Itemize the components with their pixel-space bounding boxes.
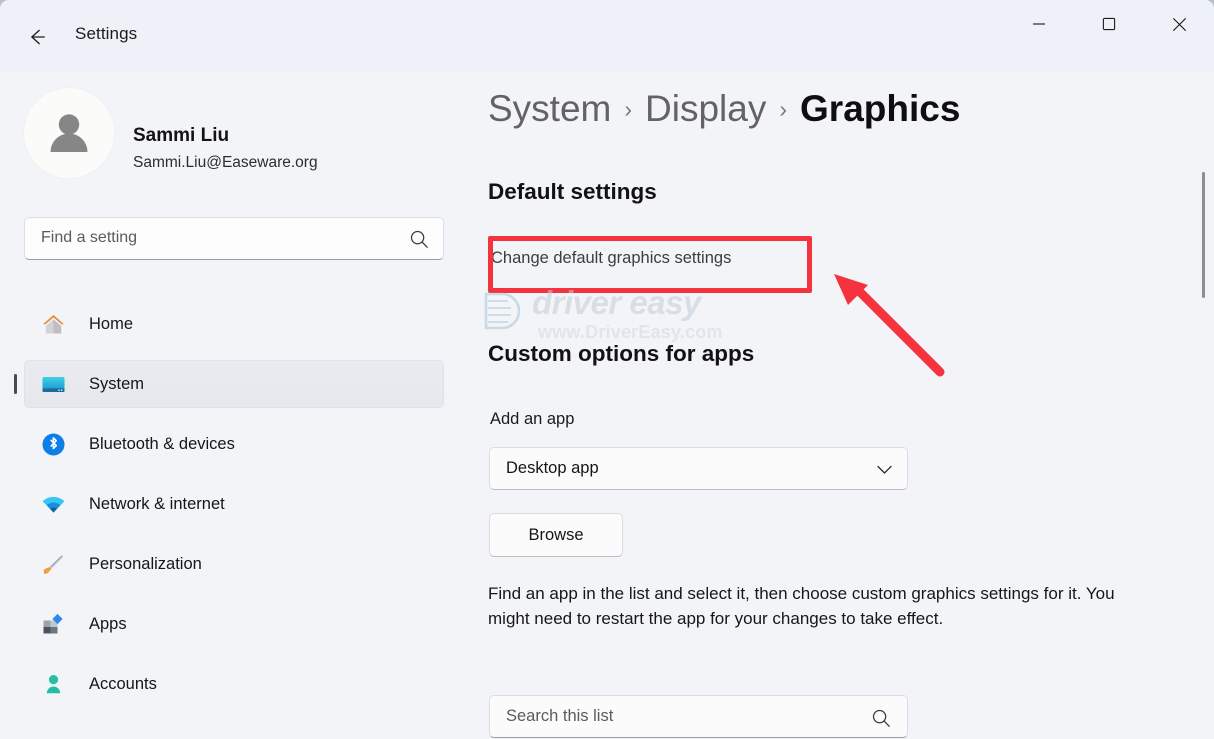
sidebar: Sammi Liu Sammi.Liu@Easeware.org Find a … — [0, 72, 462, 739]
content-scrollbar[interactable] — [1199, 90, 1209, 730]
maximize-button[interactable] — [1086, 0, 1132, 48]
back-button[interactable] — [20, 20, 54, 54]
arrow-left-icon — [26, 26, 48, 48]
sidebar-item-label: System — [89, 375, 144, 394]
help-text: Find an app in the list and select it, t… — [488, 581, 1148, 631]
paintbrush-icon — [39, 550, 67, 578]
user-profile[interactable]: Sammi Liu Sammi.Liu@Easeware.org — [24, 88, 424, 180]
account-person-icon — [39, 670, 67, 698]
search-this-list-placeholder: Search this list — [506, 707, 613, 726]
browse-button[interactable]: Browse — [489, 513, 623, 557]
change-default-graphics-settings-link[interactable]: Change default graphics settings — [491, 249, 731, 268]
watermark-url: www.DriverEasy.com — [538, 322, 723, 343]
avatar — [24, 88, 114, 178]
breadcrumb: System › Display › Graphics — [488, 88, 960, 130]
breadcrumb-item-system[interactable]: System — [488, 88, 611, 130]
sidebar-item-network-internet[interactable]: Network & internet — [24, 480, 444, 528]
sidebar-item-personalization[interactable]: Personalization — [24, 540, 444, 588]
minimize-button[interactable] — [1016, 0, 1062, 48]
sidebar-item-label: Bluetooth & devices — [89, 435, 235, 454]
sidebar-item-label: Home — [89, 315, 133, 334]
app-type-dropdown[interactable]: Desktop app — [489, 447, 908, 490]
wifi-icon — [39, 490, 67, 518]
sidebar-item-system[interactable]: System — [24, 360, 444, 408]
sidebar-item-bluetooth-devices[interactable]: Bluetooth & devices — [24, 420, 444, 468]
search-icon — [409, 229, 429, 254]
selection-indicator — [14, 374, 17, 394]
app-type-selected-value: Desktop app — [506, 459, 599, 478]
chevron-down-icon — [876, 463, 893, 481]
sidebar-item-label: Accounts — [89, 675, 157, 694]
apps-icon — [39, 610, 67, 638]
window-title: Settings — [75, 24, 137, 44]
sidebar-item-home[interactable]: Home — [24, 300, 444, 348]
sidebar-item-apps[interactable]: Apps — [24, 600, 444, 648]
sidebar-item-label: Personalization — [89, 555, 202, 574]
search-input-placeholder: Find a setting — [41, 229, 137, 247]
search-input[interactable]: Find a setting — [24, 217, 444, 260]
breadcrumb-separator: › — [624, 96, 632, 123]
settings-window: Settings Sammi Liu — [0, 0, 1214, 739]
sidebar-item-accounts[interactable]: Accounts — [24, 660, 444, 708]
minimize-icon — [1032, 17, 1046, 31]
bluetooth-icon — [39, 430, 67, 458]
driver-easy-logo-icon — [480, 288, 526, 334]
maximize-icon — [1102, 17, 1116, 31]
title-bar: Settings — [0, 0, 1214, 72]
sidebar-item-label: Apps — [89, 615, 127, 634]
search-this-list-input[interactable]: Search this list — [489, 695, 908, 738]
profile-email: Sammi.Liu@Easeware.org — [133, 154, 318, 172]
person-avatar-icon — [42, 106, 96, 160]
profile-name: Sammi Liu — [133, 125, 229, 147]
close-button[interactable] — [1156, 0, 1202, 48]
add-an-app-label: Add an app — [490, 410, 574, 429]
section-title-custom-options: Custom options for apps — [488, 341, 754, 367]
sidebar-item-label: Network & internet — [89, 495, 225, 514]
breadcrumb-item-graphics: Graphics — [800, 88, 960, 130]
page-title: Default settings — [488, 179, 657, 205]
breadcrumb-item-display[interactable]: Display — [645, 88, 766, 130]
breadcrumb-separator: › — [779, 96, 787, 123]
main-content: System › Display › Graphics Default sett… — [462, 72, 1214, 739]
scrollbar-thumb[interactable] — [1202, 172, 1205, 298]
home-icon — [39, 310, 67, 338]
monitor-icon — [39, 370, 67, 398]
close-icon — [1172, 17, 1187, 32]
search-icon — [871, 708, 891, 733]
watermark-brand: driver easy — [532, 284, 701, 322]
red-pointer-arrow — [812, 272, 1012, 382]
